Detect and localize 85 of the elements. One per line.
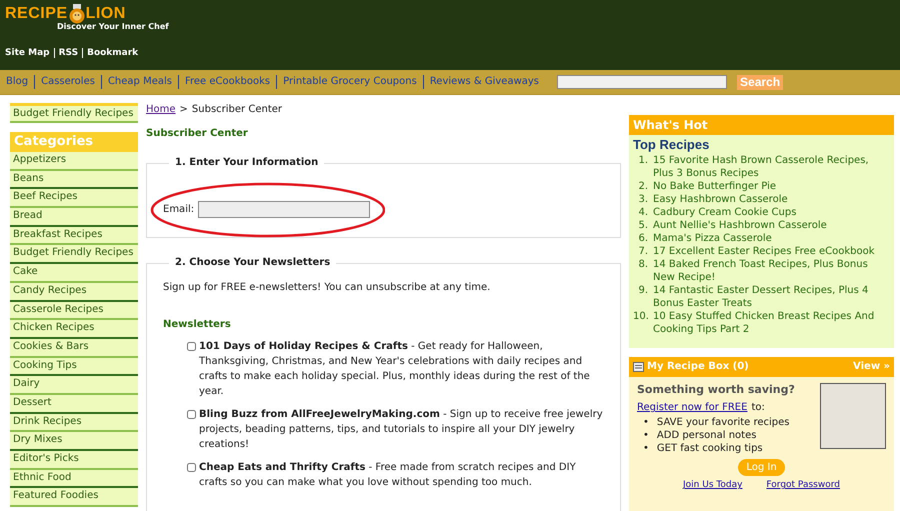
- category-link[interactable]: Featured Foodies: [10, 488, 138, 508]
- list-bullet: •: [643, 429, 649, 442]
- list-number: 6.: [637, 232, 649, 245]
- header-link[interactable]: Site Map: [5, 48, 55, 58]
- newsletter-checkbox[interactable]: [187, 463, 196, 472]
- recipe-link[interactable]: Cadbury Cream Cookie Cups: [653, 206, 796, 219]
- tagline: Discover Your Inner Chef: [57, 22, 170, 32]
- list-bullet: •: [643, 416, 649, 430]
- category-link[interactable]: Beans: [10, 170, 138, 190]
- intro-text: Sign up for FREE e-newsletters! You can unsubscribe at any time.: [163, 281, 492, 294]
- breadcrumb-link[interactable]: Home: [146, 103, 176, 116]
- nav-link[interactable]: Cheap Meals: [102, 75, 179, 89]
- nav-link[interactable]: Reviews & Giveaways: [424, 75, 546, 89]
- category-link[interactable]: Bread: [10, 208, 138, 227]
- recipe-link[interactable]: 10 Easy Stuffed Chicken Breast Recipes And Cooking Tips Part 2: [653, 310, 890, 336]
- category-link[interactable]: Cake: [10, 264, 138, 283]
- category-link[interactable]: Chicken Recipes: [10, 320, 138, 339]
- recipe-link[interactable]: Aunt Nellie's Hashbrown Casserole: [653, 218, 827, 232]
- category-link[interactable]: Beef Recipes: [10, 189, 138, 208]
- categories-heading: Categories: [10, 132, 138, 152]
- category-link[interactable]: Dessert: [10, 394, 138, 414]
- page-title: Subscriber Center: [146, 127, 249, 140]
- category-link[interactable]: Budget Friendly Recipes: [10, 245, 138, 264]
- recipe-link[interactable]: 14 Fantastic Easter Dessert Recipes, Plus 4 Bonus Easter Treats: [653, 284, 890, 310]
- nav-link[interactable]: Printable Grocery Coupons: [277, 75, 424, 89]
- recipe-link[interactable]: Mama's Pizza Casserole: [653, 232, 772, 245]
- category-link[interactable]: Dairy: [10, 376, 138, 395]
- sidebar-promo-link[interactable]: Budget Friendly Recipes: [10, 103, 138, 123]
- footer-link[interactable]: Join Us Today: [683, 480, 742, 492]
- category-link[interactable]: Appetizers: [10, 152, 138, 171]
- category-link[interactable]: Drink Recipes: [10, 414, 138, 432]
- recipe-link[interactable]: No Bake Butterfinger Pie: [653, 180, 776, 193]
- newsletter-description: Cheap Eats and Thrifty Crafts - Free made from scratch recipes and DIY crafts so you can make what you love without spending too much.: [199, 461, 577, 490]
- recipe-box-icon: [633, 362, 644, 372]
- recipe-box-title: My Recipe Box (0): [647, 360, 750, 374]
- list-number: 2.: [637, 180, 649, 193]
- section-legend: 2. Choose Your Newsletters: [169, 256, 336, 270]
- footer-link[interactable]: Forgot Password: [766, 480, 840, 492]
- recipe-link[interactable]: 17 Excellent Easter Recipes Free eCookbook: [653, 244, 875, 258]
- whats-hot-heading: What's Hot: [629, 115, 894, 135]
- breadcrumb-separator: >: [180, 103, 188, 116]
- header-link[interactable]: Bookmark: [83, 48, 142, 58]
- newsletters-heading: Newsletters: [163, 318, 232, 331]
- benefit-item: ADD personal notes: [656, 429, 756, 442]
- register-link[interactable]: Register now for FREE: [637, 401, 748, 414]
- category-link[interactable]: Candy Recipes: [10, 282, 138, 302]
- register-suffix: to:: [751, 401, 765, 414]
- category-link[interactable]: Casserole Recipes: [10, 302, 138, 320]
- benefit-item: SAVE your favorite recipes: [656, 416, 790, 430]
- newsletter-checkbox[interactable]: [187, 410, 196, 419]
- list-number: 9.: [637, 284, 649, 298]
- nav-link[interactable]: Casseroles: [35, 75, 102, 89]
- list-bullet: •: [643, 442, 649, 456]
- question-text: Something worth saving?: [637, 382, 796, 398]
- section-legend: 1. Enter Your Information: [169, 156, 324, 170]
- category-link[interactable]: Cooking Tips: [10, 358, 138, 376]
- list-number: 3.: [637, 192, 649, 206]
- category-link[interactable]: Ethnic Food: [10, 470, 138, 488]
- header-link[interactable]: RSS: [54, 48, 84, 58]
- list-number: 8.: [637, 258, 649, 272]
- email-label: Email:: [163, 203, 194, 216]
- recipe-link[interactable]: 14 Baked French Toast Recipes, Plus Bonus New Recipe!: [653, 258, 890, 284]
- recipe-link[interactable]: 15 Favorite Hash Brown Casserole Recipes, Plus 3 Bonus Recipes: [653, 154, 890, 180]
- list-number: 4.: [637, 206, 649, 219]
- recipe-link[interactable]: Easy Hashbrown Casserole: [653, 192, 788, 206]
- category-link[interactable]: Breakfast Recipes: [10, 226, 138, 246]
- breadcrumb-current: Subscriber Center: [192, 103, 282, 116]
- category-link[interactable]: Editor's Picks: [10, 451, 138, 470]
- list-number: 7.: [637, 244, 649, 258]
- list-number: 1.: [637, 154, 649, 168]
- newsletter-description: 101 Days of Holiday Recipes & Crafts - Get ready for Halloween, Thanksgiving, Christmas, and New Year's celebrations with daily recipes and crafts to make each holiday special. Plus, monthly ideas during the rest of the year.: [199, 340, 591, 399]
- newsletter-checkbox[interactable]: [187, 342, 196, 351]
- search-field[interactable]: [557, 75, 728, 89]
- list-number: 10.: [633, 310, 650, 324]
- category-link[interactable]: Cookies & Bars: [10, 338, 138, 358]
- photo-placeholder: [820, 382, 886, 449]
- lion-head-icon: [68, 4, 86, 24]
- benefit-item: GET fast cooking tips: [656, 442, 763, 456]
- nav-link[interactable]: Blog: [6, 75, 36, 89]
- email-field[interactable]: [198, 201, 370, 218]
- newsletter-description: Bling Buzz from AllFreeJewelryMaking.com - Sign up to receive free jewelry projects, beading patterns, tips, and tutorials to inspire all your DIY jewelry creations!: [199, 408, 604, 452]
- list-number: 5.: [637, 218, 649, 232]
- nav-link[interactable]: Free eCookbooks: [178, 75, 278, 89]
- top-recipes-heading: Top Recipes: [633, 137, 710, 154]
- category-link[interactable]: Dry Mixes: [10, 432, 138, 451]
